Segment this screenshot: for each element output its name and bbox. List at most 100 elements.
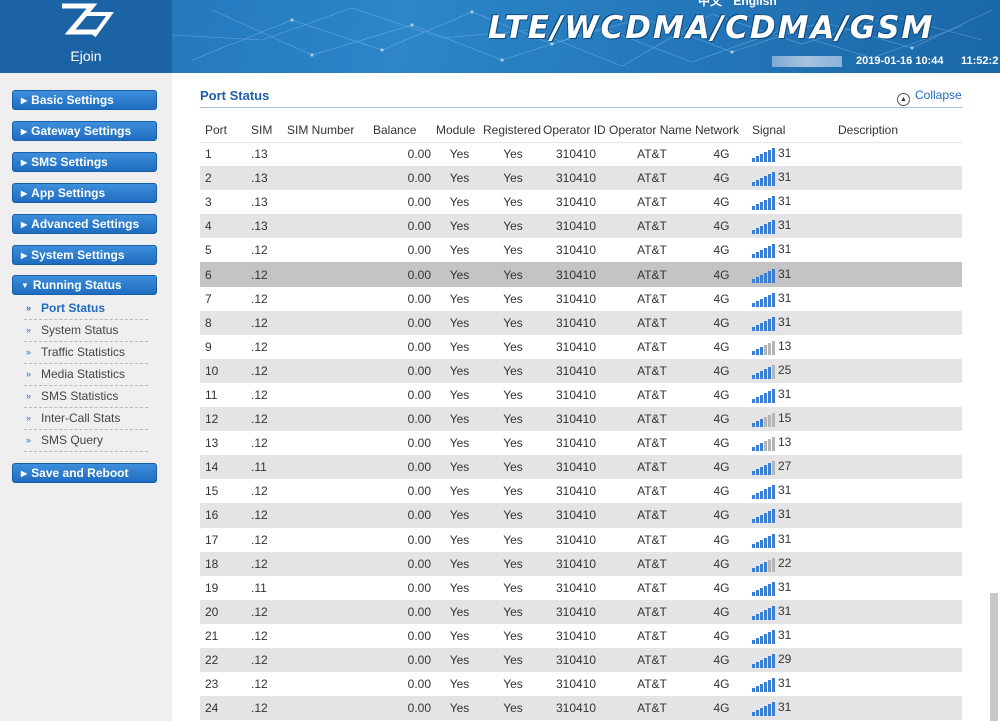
cell-signal: 31 — [748, 696, 828, 721]
cell-network: 4G — [695, 599, 748, 624]
table-row[interactable]: 21 .12 0.00 Yes Yes 310410 AT&T 4G 31 — [200, 624, 962, 648]
table-row[interactable]: 20.12 0.00 Yes Yes 310410 AT&T 4G 31 — [200, 599, 962, 624]
table-row[interactable]: 4.13 0.00 Yes Yes 310410 AT&T 4G 31 — [200, 214, 962, 239]
scrollbar-thumb[interactable] — [990, 593, 998, 721]
cell-signal: 31 — [748, 166, 828, 191]
table-row[interactable]: 16.12 0.00 Yes Yes 310410 AT&T 4G 31 — [200, 503, 962, 528]
signal-bar — [756, 662, 759, 669]
menu-save-and-reboot[interactable]: ▶ Save and Reboot — [12, 463, 157, 483]
cell-balance: 0.00 — [373, 696, 436, 721]
cell-signal: 31 — [748, 310, 828, 335]
menu-sms-settings[interactable]: ▶ SMS Settings — [12, 152, 157, 172]
cell-description — [828, 503, 962, 528]
table-row[interactable]: 7 .12 0.00 Yes Yes 310410 AT&T 4G 31 — [200, 287, 962, 311]
menu-gateway-settings[interactable]: ▶ Gateway Settings — [12, 121, 157, 141]
cell-module: Yes — [436, 310, 483, 335]
cell-operator-name: AT&T — [609, 358, 695, 383]
submenu-system-status[interactable]: » System Status — [24, 320, 148, 342]
cell-description — [828, 214, 962, 239]
table-row[interactable]: 17 .12 0.00 Yes Yes 310410 AT&T 4G 31 — [200, 528, 962, 552]
signal-bar — [760, 443, 763, 452]
signal-bar — [756, 565, 759, 572]
table-row[interactable]: 13 .12 0.00 Yes Yes 310410 AT&T 4G 13 — [200, 431, 962, 455]
menu-basic-settings[interactable]: ▶ Basic Settings — [12, 90, 157, 110]
cell-registered: Yes — [503, 532, 523, 547]
table-row[interactable]: 22.12 0.00 Yes Yes 310410 AT&T 4G 29 — [200, 647, 962, 673]
cell-operator-id: 310410 — [543, 262, 609, 287]
signal-bar — [752, 471, 755, 476]
menu-system-settings[interactable]: ▶ System Settings — [12, 245, 157, 265]
signal-bar — [752, 326, 755, 331]
table-row[interactable]: 3 .13 0.00 Yes Yes 310410 AT&T 4G 31 — [200, 190, 962, 214]
chevron-right-icon: ▶ — [21, 96, 28, 105]
menu-app-settings[interactable]: ▶ App Settings — [12, 183, 157, 203]
table-row[interactable]: 15 .12 0.00 Yes Yes 310410 AT&T 4G 31 — [200, 479, 962, 503]
cell-sim: .13 — [237, 214, 287, 239]
cell-operator-id: 310410 — [555, 147, 597, 162]
signal-bar — [760, 539, 763, 548]
submenu-media-statistics[interactable]: » Media Statistics — [24, 364, 148, 386]
menu-advanced-settings[interactable]: ▶ Advanced Settings — [12, 214, 157, 234]
lang-cn-link[interactable]: 中文 — [698, 0, 722, 8]
cell-network: 4G — [713, 387, 730, 402]
cell-module: Yes — [436, 551, 483, 576]
signal-bar — [760, 467, 763, 476]
cell-balance: 0.00 — [373, 455, 436, 480]
table-row[interactable]: 24.12 0.00 Yes Yes 310410 AT&T 4G 31 — [200, 696, 962, 721]
table-row[interactable]: 5 .12 0.00 Yes Yes 310410 AT&T 4G 31 — [200, 238, 962, 262]
submenu-label: SMS Statistics — [41, 389, 119, 403]
cell-description — [828, 142, 962, 166]
table-row[interactable]: 23 .12 0.00 Yes Yes 310410 AT&T 4G 31 — [200, 672, 962, 696]
signal-bar — [772, 509, 775, 524]
table-row[interactable]: 18.12 0.00 Yes Yes 310410 AT&T 4G 22 — [200, 551, 962, 576]
collapse-toggle[interactable]: ▲ Collapse — [897, 88, 962, 106]
signal-strength-icon — [752, 557, 776, 572]
signal-strength-icon — [752, 629, 776, 644]
table-row[interactable]: 12.12 0.00 Yes Yes 310410 AT&T 4G 15 — [200, 407, 962, 432]
signal-bar — [760, 298, 763, 307]
cell-signal: 31 — [748, 238, 828, 262]
cell-balance: 0.00 — [407, 436, 431, 451]
signal-bar — [772, 316, 775, 331]
cell-operator-name: AT&T — [609, 647, 695, 673]
signal-bar — [760, 611, 763, 620]
table-row[interactable]: 6.12 0.00 Yes Yes 310410 AT&T 4G 31 — [200, 262, 962, 287]
submenu-inter-call-stats[interactable]: » Inter-Call Stats — [24, 408, 148, 430]
cell-operator-id: 310410 — [555, 195, 597, 210]
cell-module: Yes — [449, 243, 470, 258]
cell-description — [828, 479, 962, 503]
submenu-traffic-statistics[interactable]: » Traffic Statistics — [24, 342, 148, 364]
signal-bar — [764, 561, 767, 572]
signal-bar — [772, 702, 775, 717]
lang-en-link[interactable]: English — [733, 0, 776, 8]
signal-strength-icon — [752, 654, 776, 669]
signal-bar — [768, 487, 771, 500]
cell-network: 4G — [695, 166, 748, 191]
signal-value: 15 — [778, 411, 792, 426]
submenu-port-status[interactable]: » Port Status — [24, 298, 148, 320]
table-row[interactable]: 10.12 0.00 Yes Yes 310410 AT&T 4G 25 — [200, 358, 962, 383]
table-row[interactable]: 14.11 0.00 Yes Yes 310410 AT&T 4G 27 — [200, 455, 962, 480]
cell-port: 13 — [205, 436, 219, 451]
port-status-table: Port SIM SIM Number Balance Module Regis… — [200, 118, 962, 721]
cell-port: 4 — [200, 214, 237, 239]
cell-module: Yes — [436, 407, 483, 432]
cell-registered: Yes — [483, 407, 543, 432]
table-row[interactable]: 1 .13 0.00 Yes Yes 310410 AT&T 4G 31 — [200, 142, 962, 166]
signal-bar — [756, 372, 759, 379]
table-row[interactable]: 8.12 0.00 Yes Yes 310410 AT&T 4G 31 — [200, 310, 962, 335]
table-row[interactable]: 11 .12 0.00 Yes Yes 310410 AT&T 4G 31 — [200, 383, 962, 407]
table-row[interactable]: 2.13 0.00 Yes Yes 310410 AT&T 4G 31 — [200, 166, 962, 191]
table-row[interactable]: 9 .12 0.00 Yes Yes 310410 AT&T 4G 13 — [200, 335, 962, 359]
signal-bar — [756, 613, 759, 620]
submenu-sms-statistics[interactable]: » SMS Statistics — [24, 386, 148, 408]
menu-running-status[interactable]: ▼ Running Status — [12, 275, 157, 295]
signal-value: 31 — [778, 700, 792, 715]
signal-bar — [772, 605, 775, 620]
table-row[interactable]: 19 .11 0.00 Yes Yes 310410 AT&T 4G 31 — [200, 576, 962, 600]
cell-registered: Yes — [503, 580, 523, 595]
submenu-sms-query[interactable]: » SMS Query — [24, 430, 148, 452]
col-header-network: Network — [695, 118, 748, 143]
cell-sim-number — [287, 358, 373, 383]
signal-value: 31 — [778, 218, 792, 233]
